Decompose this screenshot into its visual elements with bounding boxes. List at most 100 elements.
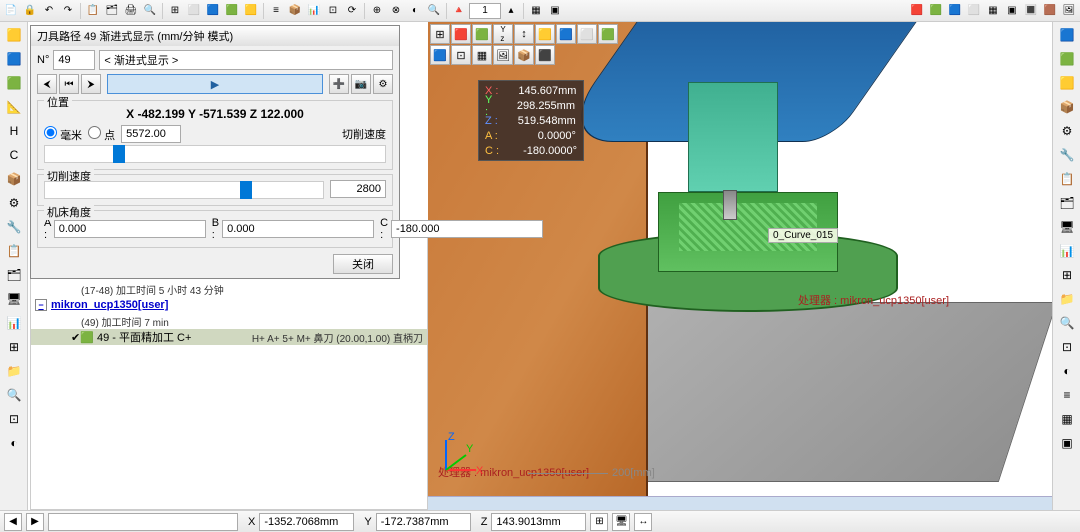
step-back-button[interactable]: ⮜ xyxy=(37,74,57,94)
tb-lock-icon[interactable]: 🔒 xyxy=(21,2,39,20)
vt-13-icon[interactable]: 📦 xyxy=(514,45,534,65)
sb-blank-field[interactable] xyxy=(48,513,238,531)
vt-yz-icon[interactable]: Yz xyxy=(493,24,513,44)
point-radio[interactable]: 点 xyxy=(88,126,115,143)
tb-print-icon[interactable]: 🖨 xyxy=(122,2,140,20)
sb-opt3-icon[interactable]: ↔ xyxy=(634,513,652,531)
vt-12-icon[interactable]: 🖼 xyxy=(493,45,513,65)
3d-viewport[interactable]: 0_Curve_015 处理器 : mikron_ucp1350[user] 处… xyxy=(428,22,1052,510)
tb-layer2-icon[interactable]: 🟦 xyxy=(204,2,222,20)
tb-clipboard-icon[interactable]: 📋 xyxy=(84,2,102,20)
tb-grid-icon[interactable]: ⊞ xyxy=(166,2,184,20)
panel-title[interactable]: 刀具路径 49 渐进式显示 (mm/分钟 模式) xyxy=(31,26,399,46)
rd-16-icon[interactable]: ≡ xyxy=(1055,384,1079,406)
speed-value-input[interactable] xyxy=(330,180,386,198)
n-input[interactable] xyxy=(53,50,95,70)
rd-17-icon[interactable]: ▦ xyxy=(1055,408,1079,430)
ld-12-icon[interactable]: 📊 xyxy=(2,312,26,334)
vt-7-icon[interactable]: ⬜ xyxy=(577,24,597,44)
tb-layer4-icon[interactable]: 🟨 xyxy=(242,2,260,20)
tb-menu-icon[interactable]: ≡ xyxy=(267,2,285,20)
vt-10-icon[interactable]: ⊡ xyxy=(451,45,471,65)
ld-2-icon[interactable]: 🟦 xyxy=(2,48,26,70)
tb-redo-icon[interactable]: ↷ xyxy=(59,2,77,20)
tr-3-icon[interactable]: 🟦 xyxy=(946,2,964,20)
vt-2-icon[interactable]: 🟥 xyxy=(451,24,471,44)
vt-6-icon[interactable]: 🟦 xyxy=(556,24,576,44)
vt-4-icon[interactable]: ↕ xyxy=(514,24,534,44)
ld-h-icon[interactable]: H xyxy=(2,120,26,142)
rd-3-icon[interactable]: 🟨 xyxy=(1055,72,1079,94)
rd-15-icon[interactable]: ◐ xyxy=(1055,360,1079,382)
ld-14-icon[interactable]: 📁 xyxy=(2,360,26,382)
rd-7-icon[interactable]: 📋 xyxy=(1055,168,1079,190)
rd-14-icon[interactable]: ⊡ xyxy=(1055,336,1079,358)
viewport-scrollbar[interactable] xyxy=(428,496,1052,510)
ld-6-icon[interactable]: 📦 xyxy=(2,168,26,190)
speed-slider[interactable] xyxy=(44,181,324,199)
camera-button[interactable]: 📷 xyxy=(351,74,371,94)
tb-layer3-icon[interactable]: 🟩 xyxy=(223,2,241,20)
tr-2-icon[interactable]: 🟩 xyxy=(927,2,945,20)
tb-refresh-icon[interactable]: ⟳ xyxy=(343,2,361,20)
play-button[interactable]: ▶ xyxy=(107,74,323,94)
tb-opt1-icon[interactable]: ▦ xyxy=(527,2,545,20)
tb-undo-icon[interactable]: ↶ xyxy=(40,2,58,20)
tb-view1-icon[interactable]: ⊡ xyxy=(324,2,342,20)
ld-1-icon[interactable]: 🟨 xyxy=(2,24,26,46)
plus-button[interactable]: ➕ xyxy=(329,74,349,94)
ld-9-icon[interactable]: 📋 xyxy=(2,240,26,262)
tr-5-icon[interactable]: ▦ xyxy=(984,2,1002,20)
a-input[interactable] xyxy=(54,220,206,238)
b-input[interactable] xyxy=(222,220,374,238)
vt-1-icon[interactable]: ⊞ xyxy=(430,24,450,44)
tb-add-icon[interactable]: ⊕ xyxy=(368,2,386,20)
ld-7-icon[interactable]: ⚙ xyxy=(2,192,26,214)
rd-9-icon[interactable]: 🖥 xyxy=(1055,216,1079,238)
tb-opt2-icon[interactable]: ▣ xyxy=(546,2,564,20)
vt-5-icon[interactable]: 🟨 xyxy=(535,24,555,44)
tb-flag-icon[interactable]: 🔺 xyxy=(450,2,468,20)
sb-nav2-icon[interactable]: ▶ xyxy=(26,513,44,531)
tree-item-mikron[interactable]: −mikron_ucp1350[user] xyxy=(31,297,427,313)
tb-box-icon[interactable]: 📦 xyxy=(286,2,304,20)
tr-7-icon[interactable]: 🔳 xyxy=(1022,2,1040,20)
tb-folder-icon[interactable]: 🗂 xyxy=(103,2,121,20)
tb-spin-up-icon[interactable]: ▴ xyxy=(502,2,520,20)
tr-9-icon[interactable]: 🖼 xyxy=(1060,2,1078,20)
mm-value-input[interactable] xyxy=(121,125,181,143)
tb-search-icon[interactable]: 🔍 xyxy=(141,2,159,20)
tr-4-icon[interactable]: ⬜ xyxy=(965,2,983,20)
tb-zoom-icon[interactable]: 🔍 xyxy=(425,2,443,20)
tb-view2-icon[interactable]: ◐ xyxy=(406,2,424,20)
tr-8-icon[interactable]: 🟫 xyxy=(1041,2,1059,20)
rd-10-icon[interactable]: 📊 xyxy=(1055,240,1079,262)
rd-12-icon[interactable]: 📁 xyxy=(1055,288,1079,310)
ld-11-icon[interactable]: 🖥 xyxy=(2,288,26,310)
sb-opt2-icon[interactable]: 🖥 xyxy=(612,513,630,531)
rd-2-icon[interactable]: 🟩 xyxy=(1055,48,1079,70)
vt-14-icon[interactable]: ⬛ xyxy=(535,45,555,65)
position-slider[interactable] xyxy=(44,145,386,163)
tb-file-icon[interactable]: 📄 xyxy=(2,2,20,20)
sb-opt1-icon[interactable]: ⊞ xyxy=(590,513,608,531)
tr-1-icon[interactable]: 🟥 xyxy=(908,2,926,20)
rd-18-icon[interactable]: ▣ xyxy=(1055,432,1079,454)
step-fwd-button[interactable]: ⮞ xyxy=(81,74,101,94)
rd-13-icon[interactable]: 🔍 xyxy=(1055,312,1079,334)
tb-spinner[interactable] xyxy=(469,3,501,19)
tb-remove-icon[interactable]: ⊗ xyxy=(387,2,405,20)
vt-11-icon[interactable]: ▦ xyxy=(472,45,492,65)
rd-4-icon[interactable]: 📦 xyxy=(1055,96,1079,118)
sb-nav1-icon[interactable]: ◀ xyxy=(4,513,22,531)
collapse-icon[interactable]: − xyxy=(35,299,47,311)
rd-1-icon[interactable]: 🟦 xyxy=(1055,24,1079,46)
ld-10-icon[interactable]: 🗂 xyxy=(2,264,26,286)
gear-button[interactable]: ⚙ xyxy=(373,74,393,94)
tr-6-icon[interactable]: ▣ xyxy=(1003,2,1021,20)
vt-3-icon[interactable]: 🟩 xyxy=(472,24,492,44)
ld-3-icon[interactable]: 🟩 xyxy=(2,72,26,94)
rd-6-icon[interactable]: 🔧 xyxy=(1055,144,1079,166)
ld-8-icon[interactable]: 🔧 xyxy=(2,216,26,238)
rd-11-icon[interactable]: ⊞ xyxy=(1055,264,1079,286)
